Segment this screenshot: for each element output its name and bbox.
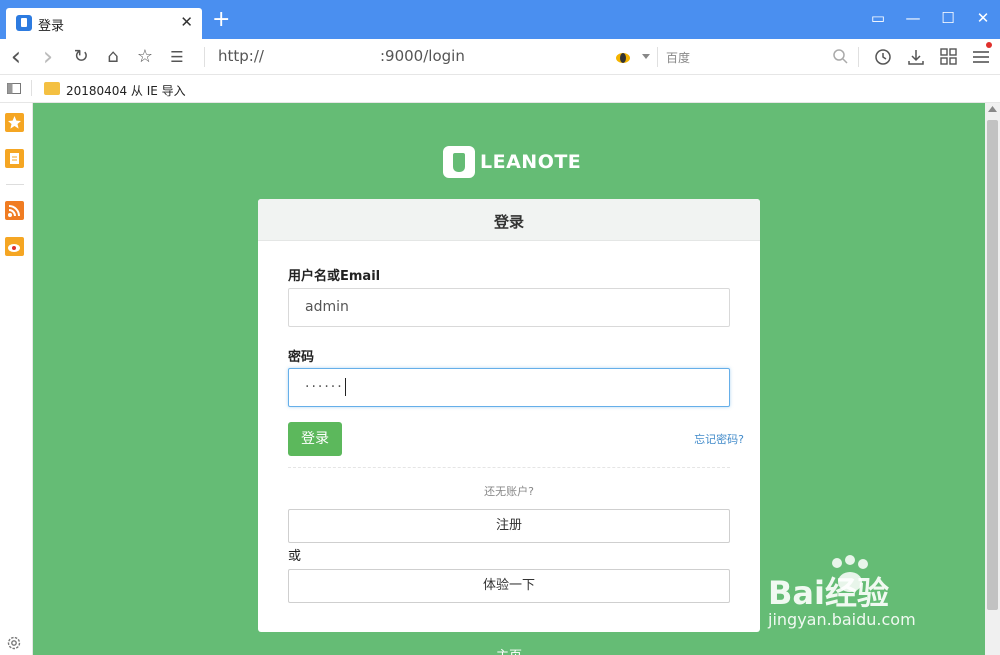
window-layout-icon[interactable]: ▭ [866, 9, 890, 29]
password-input[interactable]: ······ [288, 368, 730, 407]
folder-icon [44, 82, 60, 95]
leanote-tab-icon [16, 15, 32, 31]
password-dots: ······ [305, 379, 344, 395]
back-button[interactable]: ‹ [4, 44, 28, 70]
refresh-button[interactable]: ↻ [69, 45, 93, 69]
rss-icon[interactable] [5, 201, 24, 220]
minimize-button[interactable]: — [901, 9, 925, 29]
search-input[interactable]: 百度 [666, 49, 690, 66]
login-button[interactable]: 登录 [288, 422, 342, 456]
weibo-icon[interactable] [5, 237, 24, 256]
browser-sidebar [0, 103, 33, 655]
menu-icon[interactable] [970, 42, 994, 68]
new-tab-button[interactable]: + [212, 9, 230, 31]
login-card: 登录 用户名或Email admin 密码 ······ 登录 忘记密码? 还无… [258, 199, 760, 632]
scrollbar-thumb[interactable] [987, 120, 998, 610]
divider [6, 184, 24, 185]
bee-extension-icon[interactable] [613, 49, 633, 65]
chevron-down-icon[interactable] [642, 54, 650, 60]
home-link[interactable]: 主页 [33, 645, 985, 655]
browser-titlebar: 登录 ✕ + ▭ — ☐ ✕ [0, 0, 1000, 39]
star-icon[interactable] [5, 113, 24, 132]
reader-mode-icon[interactable]: ☰ [165, 45, 189, 69]
tab-title: 登录 [38, 19, 65, 34]
browser-tab[interactable]: 登录 ✕ [6, 8, 202, 39]
bookmark-folder[interactable]: 20180404 从 IE 导入 [66, 82, 186, 99]
bookmarks-bar: 20180404 从 IE 导入 [0, 75, 1000, 103]
search-icon[interactable] [833, 49, 848, 64]
download-icon[interactable] [906, 47, 926, 67]
url-prefix[interactable]: http:// [218, 47, 264, 65]
divider [204, 47, 205, 67]
watermark-brand: Bai经验 [768, 574, 889, 612]
divider [288, 467, 730, 468]
or-text: 或 [288, 549, 302, 564]
sidebar-toggle-icon[interactable] [7, 83, 21, 94]
password-label: 密码 [288, 350, 315, 365]
close-window-button[interactable]: ✕ [971, 9, 995, 29]
username-input[interactable]: admin [288, 288, 730, 327]
note-icon[interactable] [5, 149, 24, 168]
username-label: 用户名或Email [288, 269, 381, 284]
address-bar: ‹ › ↻ ⌂ ☆ ☰ http:// :9000/login 百度 [0, 39, 1000, 75]
maximize-button[interactable]: ☐ [936, 9, 960, 29]
brand-logo-text: LEANOTE [480, 151, 582, 173]
history-icon[interactable] [873, 47, 893, 67]
tab-close-icon[interactable]: ✕ [180, 13, 193, 31]
apps-grid-icon[interactable] [939, 47, 959, 67]
divider [31, 80, 32, 96]
leanote-logo-icon [443, 146, 475, 178]
username-value: admin [305, 299, 349, 315]
forward-button[interactable]: › [36, 44, 60, 70]
login-title: 登录 [493, 213, 524, 231]
register-button[interactable]: 注册 [288, 509, 730, 543]
url-path[interactable]: :9000/login [380, 47, 465, 65]
no-account-text: 还无账户? [484, 485, 534, 498]
divider [858, 47, 859, 67]
login-card-header: 登录 [258, 199, 760, 241]
watermark-url: jingyan.baidu.com [768, 610, 916, 629]
try-demo-button[interactable]: 体验一下 [288, 569, 730, 603]
settings-gear-icon[interactable] [6, 635, 22, 651]
home-button[interactable]: ⌂ [101, 45, 125, 69]
divider [657, 47, 658, 67]
favorite-star-icon[interactable]: ☆ [133, 45, 157, 69]
scroll-up-icon[interactable] [988, 106, 997, 112]
forgot-password-link[interactable]: 忘记密码? [694, 431, 744, 447]
